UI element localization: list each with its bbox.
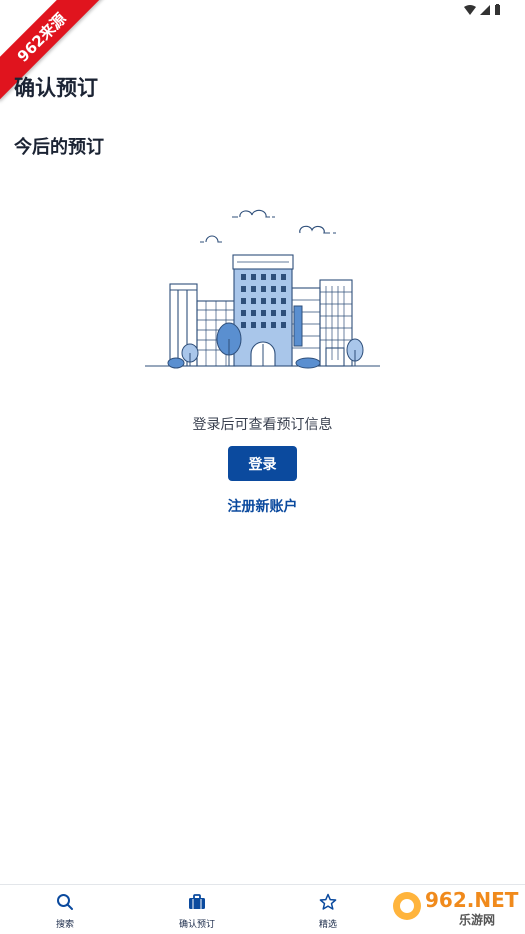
- nav-label: 精选: [318, 920, 337, 930]
- nav-item-bookings[interactable]: 确认预订: [157, 885, 237, 934]
- register-link[interactable]: 注册新账户: [0, 496, 525, 516]
- page-title: 确认预订: [14, 76, 98, 100]
- cloud-icon: [299, 225, 336, 234]
- watermark-brand: 962.NET: [425, 888, 519, 912]
- city-illustration: [145, 209, 380, 369]
- search-icon: [57, 894, 73, 910]
- nav-item-featured[interactable]: 精选: [288, 885, 368, 934]
- nav-label: 搜索: [55, 920, 74, 930]
- empty-state-message: 登录后可查看预订信息: [192, 417, 333, 433]
- status-icons: [464, 4, 501, 15]
- section-title: 今后的预订: [14, 137, 104, 158]
- signal-icon: [480, 4, 490, 15]
- wifi-icon: [464, 4, 476, 15]
- star-icon: [319, 893, 337, 910]
- cloud-icon: [200, 235, 222, 243]
- login-button[interactable]: 登录: [228, 446, 297, 481]
- battery-icon: [495, 4, 500, 15]
- nav-label: 确认预订: [178, 920, 215, 930]
- watermark-sub: 乐游网: [459, 913, 496, 927]
- watermark-logo: 962.NET 乐游网: [389, 886, 521, 928]
- cloud-icon: [232, 209, 275, 218]
- nav-item-search[interactable]: 搜索: [25, 885, 105, 934]
- briefcase-icon: [189, 894, 205, 909]
